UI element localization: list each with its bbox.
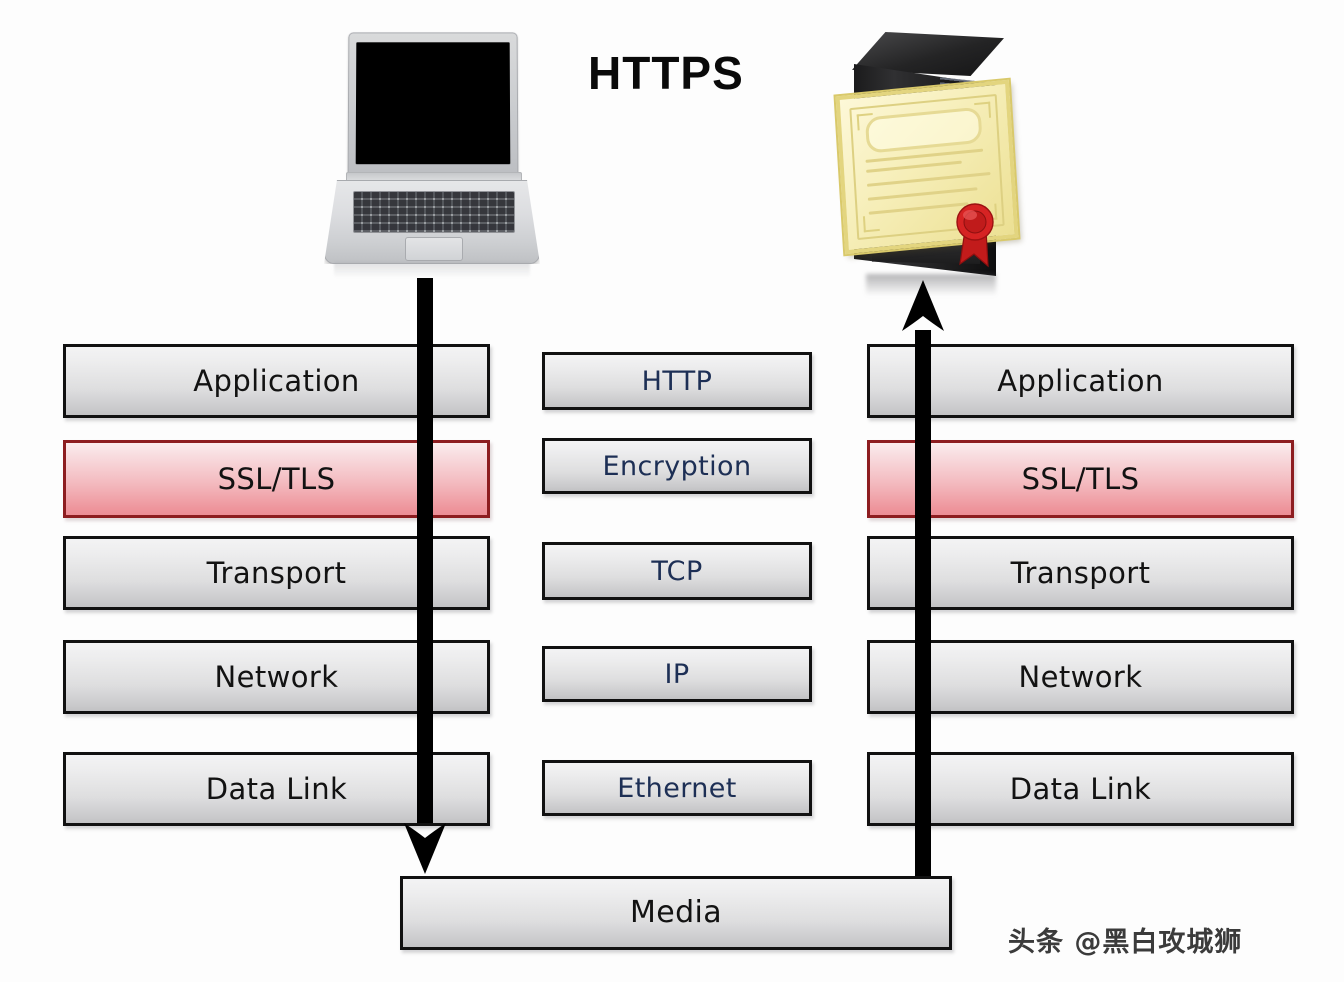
server-layer-network[interactable]: Network xyxy=(867,640,1294,714)
laptop-touchpad xyxy=(405,237,463,261)
certificate-corner xyxy=(862,214,880,233)
protocol-label: TCP xyxy=(651,555,703,587)
laptop-icon xyxy=(316,30,546,278)
server-layer-ssl-tls[interactable]: SSL/TLS xyxy=(867,440,1294,518)
protocol-label: Encryption xyxy=(602,450,752,482)
media-layer[interactable]: Media xyxy=(400,876,952,950)
client-layer-ssl-tls[interactable]: SSL/TLS xyxy=(63,440,490,518)
server-reflection xyxy=(866,274,996,296)
laptop-keyboard xyxy=(353,191,515,233)
layer-label: SSL/TLS xyxy=(1021,461,1140,496)
layer-label: Data Link xyxy=(1009,771,1152,806)
layer-label: Application xyxy=(997,363,1164,398)
layer-label: Transport xyxy=(1010,555,1151,590)
certificate-corner xyxy=(856,112,874,131)
laptop-lid xyxy=(347,32,519,177)
layer-label: Network xyxy=(1018,659,1143,694)
protocol-ip[interactable]: IP xyxy=(542,646,812,702)
layer-label: Application xyxy=(193,363,360,398)
protocol-label: HTTP xyxy=(641,365,713,397)
certificate-ribbon-seal xyxy=(956,203,994,268)
protocol-encryption[interactable]: Encryption xyxy=(542,438,812,494)
protocol-label: Ethernet xyxy=(617,772,737,804)
server-layer-application[interactable]: Application xyxy=(867,344,1294,418)
https-stack-diagram: HTTPS Application SSL/TLS Transport Netw… xyxy=(0,0,1344,982)
certificate-corner xyxy=(974,101,992,120)
protocol-label: IP xyxy=(664,658,690,690)
protocol-ethernet[interactable]: Ethernet xyxy=(542,760,812,816)
protocol-http[interactable]: HTTP xyxy=(542,352,812,410)
server-layer-transport[interactable]: Transport xyxy=(867,536,1294,610)
layer-label: Transport xyxy=(206,555,347,590)
server-certificate-icon xyxy=(833,28,1036,296)
layer-label: SSL/TLS xyxy=(217,461,336,496)
laptop-base xyxy=(324,180,540,264)
layer-label: Network xyxy=(214,659,339,694)
page-title: HTTPS xyxy=(588,47,744,99)
layer-label: Data Link xyxy=(205,771,348,806)
media-label: Media xyxy=(629,895,723,930)
protocol-tcp[interactable]: TCP xyxy=(542,542,812,600)
client-layer-transport[interactable]: Transport xyxy=(63,536,490,610)
client-layer-data-link[interactable]: Data Link xyxy=(63,752,490,826)
server-layer-data-link[interactable]: Data Link xyxy=(867,752,1294,826)
client-layer-application[interactable]: Application xyxy=(63,344,490,418)
laptop-reflection xyxy=(334,262,530,278)
laptop-screen xyxy=(355,42,511,165)
client-layer-network[interactable]: Network xyxy=(63,640,490,714)
watermark: 头条 @黑白攻城狮 xyxy=(1008,927,1243,958)
